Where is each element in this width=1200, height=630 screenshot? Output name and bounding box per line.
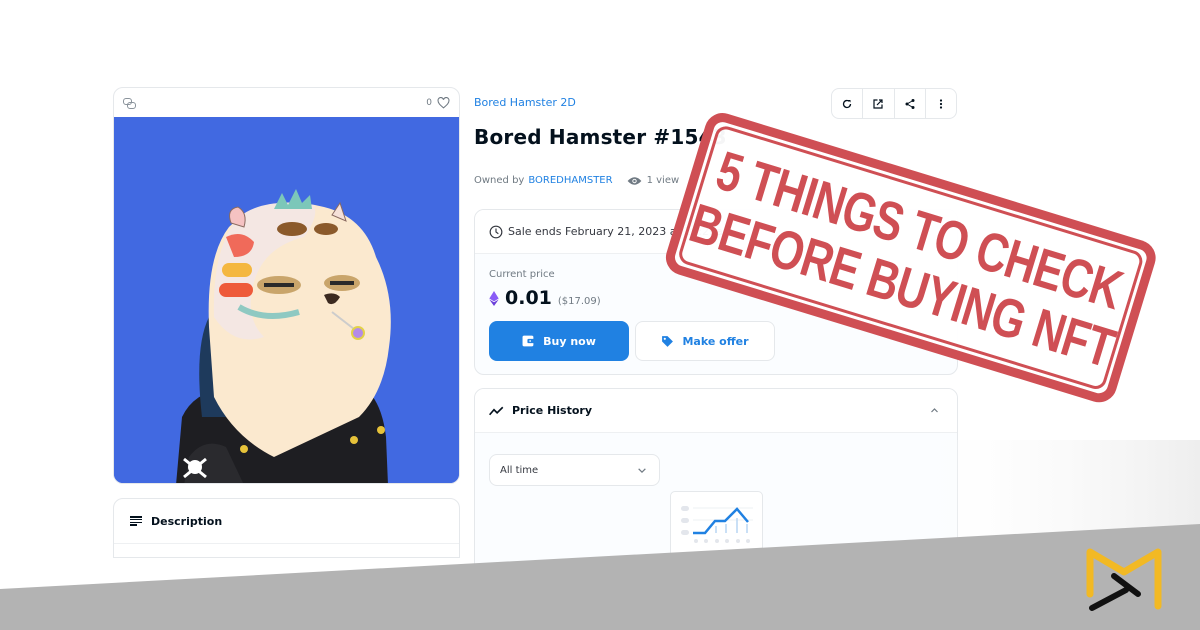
favorite-button[interactable]: 0 — [426, 96, 450, 109]
more-options-button[interactable] — [926, 89, 956, 118]
share-button[interactable] — [895, 89, 926, 118]
chevron-up-icon[interactable] — [930, 406, 939, 415]
buy-now-button[interactable]: Buy now — [489, 321, 629, 361]
item-toolbar — [831, 88, 957, 119]
no-data-chart-illustration — [670, 491, 763, 561]
lines-icon — [130, 516, 142, 526]
favorite-count: 0 — [426, 97, 432, 108]
collection-link[interactable]: Bored Hamster 2D — [474, 96, 576, 109]
share-icon — [905, 98, 915, 109]
price-history-panel: Price History All time — [474, 388, 958, 568]
chart-placeholder-icon — [681, 506, 753, 543]
brand-logo — [1086, 548, 1162, 611]
view-count: 1 view — [627, 175, 680, 186]
description-panel[interactable]: Description — [113, 498, 460, 558]
ethereum-icon — [489, 290, 499, 306]
view-count-text: 1 view — [646, 175, 680, 186]
open-external-button[interactable] — [863, 89, 895, 118]
owned-by-label: Owned by — [474, 175, 525, 186]
more-vertical-icon — [939, 98, 942, 109]
item-title: Bored Hamster #1543 — [474, 125, 727, 149]
heart-icon — [437, 96, 450, 109]
nft-image[interactable] — [114, 117, 459, 483]
owner-row: Owned by BOREDHAMSTER 1 view — [474, 175, 679, 186]
current-price-label: Current price — [489, 269, 555, 280]
chevron-down-icon — [638, 467, 646, 473]
make-offer-label: Make offer — [682, 334, 749, 348]
price-history-label: Price History — [512, 404, 593, 417]
description-label: Description — [151, 514, 223, 528]
wallet-icon — [522, 335, 535, 347]
tag-icon — [662, 335, 674, 347]
clock-icon — [489, 225, 503, 238]
nft-media-card: 0 — [113, 87, 460, 484]
buy-now-label: Buy now — [543, 334, 596, 348]
media-toolbar: 0 — [114, 88, 459, 117]
price-usd: ($17.09) — [557, 296, 601, 307]
refresh-icon — [843, 99, 852, 108]
refresh-button[interactable] — [832, 89, 864, 118]
trending-icon — [489, 406, 504, 415]
owner-link[interactable]: BOREDHAMSTER — [528, 175, 612, 186]
price-history-header[interactable]: Price History — [475, 389, 957, 433]
description-header[interactable]: Description — [114, 499, 459, 544]
external-link-icon — [873, 98, 883, 109]
time-range-select[interactable]: All time — [489, 454, 660, 486]
eye-icon — [627, 176, 641, 185]
time-range-value: All time — [500, 464, 539, 476]
chain-link-icon[interactable] — [123, 97, 136, 109]
price-value: 0.01 — [505, 287, 552, 309]
make-offer-button[interactable]: Make offer — [635, 321, 775, 361]
hamster-artwork — [114, 117, 459, 483]
price-row: 0.01 ($17.09) — [489, 287, 601, 309]
